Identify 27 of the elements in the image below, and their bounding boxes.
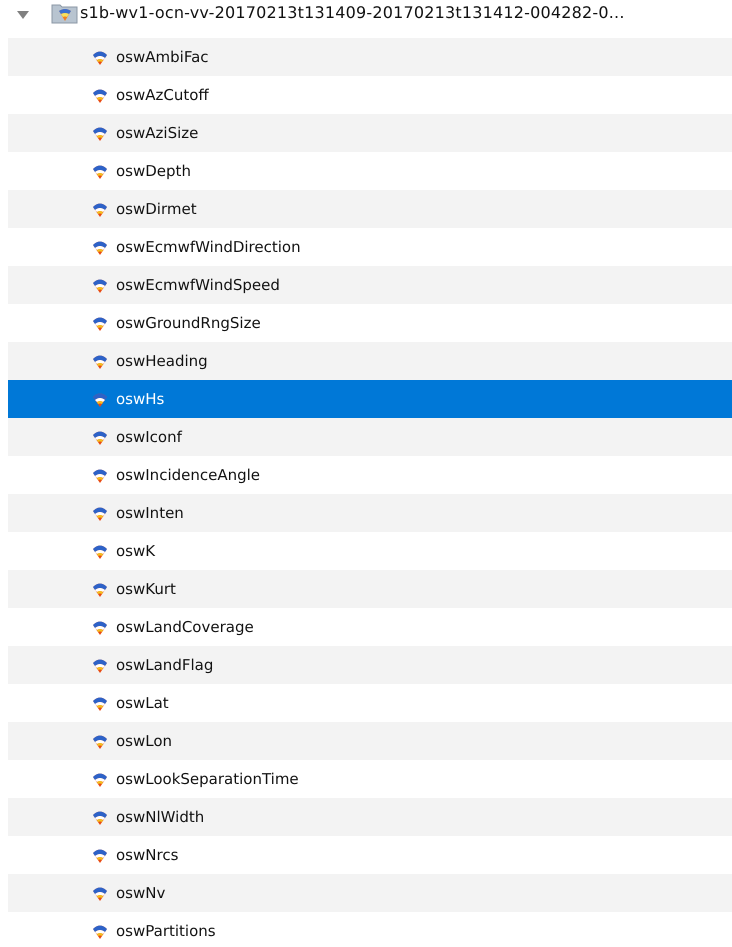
tree-item[interactable]: oswAmbiFac: [8, 38, 732, 76]
tree-item[interactable]: oswEcmwfWindSpeed: [8, 266, 732, 304]
tree-item[interactable]: oswNrcs: [8, 836, 732, 874]
tree-item[interactable]: oswDirmet: [8, 190, 732, 228]
tree-item[interactable]: oswLandFlag: [8, 646, 732, 684]
tree-item[interactable]: oswHeading: [8, 342, 732, 380]
tree-item[interactable]: oswEcmwfWindDirection: [8, 228, 732, 266]
expand-arrow-icon[interactable]: [17, 10, 29, 20]
tree-item[interactable]: oswLat: [8, 684, 732, 722]
tree-item[interactable]: oswDepth: [8, 152, 732, 190]
tree-item[interactable]: oswNv: [8, 874, 732, 912]
tree-item[interactable]: oswAziSize: [8, 114, 732, 152]
tree-root-label[interactable]: s1b-wv1-ocn-vv-20170213t131409-20170213t131412-004282-0...: [80, 2, 625, 24]
tree-item[interactable]: oswNlWidth: [8, 798, 732, 836]
tree-item[interactable]: oswHs: [8, 380, 732, 418]
tree-item[interactable]: oswIconf: [8, 418, 732, 456]
tree-item[interactable]: oswLon: [8, 722, 732, 760]
tree-item[interactable]: oswAzCutoff: [8, 76, 732, 114]
tree-item[interactable]: oswIncidenceAngle: [8, 456, 732, 494]
tree-item[interactable]: oswPartitions: [8, 912, 732, 947]
tree-item[interactable]: oswKurt: [8, 570, 732, 608]
tree-item[interactable]: oswK: [8, 532, 732, 570]
dataset-folder-icon: [51, 2, 78, 24]
tree-item[interactable]: oswLookSeparationTime: [8, 760, 732, 798]
tree-item[interactable]: oswInten: [8, 494, 732, 532]
tree-item[interactable]: oswLandCoverage: [8, 608, 732, 646]
tree-item[interactable]: oswGroundRngSize: [8, 304, 732, 342]
